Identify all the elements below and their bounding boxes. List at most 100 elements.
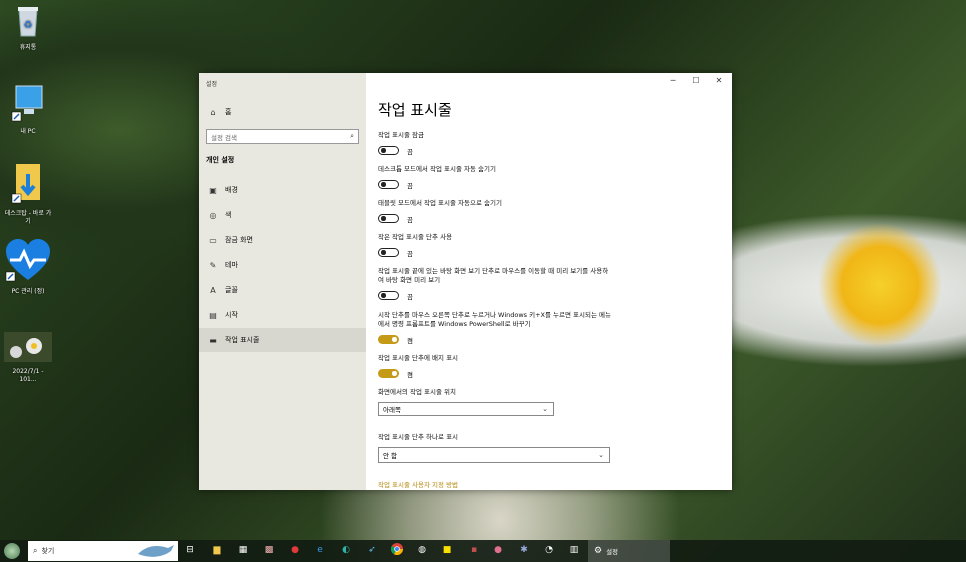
heart-health-icon bbox=[3, 238, 53, 285]
sidebar-item-theme[interactable]: ✎ 테마 bbox=[199, 253, 366, 277]
task-view-icon[interactable]: ⊟ bbox=[183, 543, 197, 557]
close-button[interactable]: ✕ bbox=[707, 76, 731, 85]
sidebar-item-label: 홈 bbox=[225, 108, 232, 116]
desktop-icon-label: PC 관리 (정) bbox=[11, 288, 45, 295]
lock-screen-icon: ▭ bbox=[209, 235, 217, 245]
setting-badges-label: 작업 표시줄 단추에 배지 표시 bbox=[378, 354, 459, 362]
chevron-down-icon: ⌄ bbox=[598, 451, 604, 459]
printer-icon[interactable]: ▥ bbox=[567, 543, 581, 557]
sidebar-item-fonts[interactable]: A 글꼴 bbox=[199, 278, 366, 302]
calendar-icon[interactable]: ▦ bbox=[236, 543, 250, 557]
combine-buttons-select[interactable]: 안 함 ⌄ bbox=[378, 447, 610, 463]
setting-autohide-tablet-label: 태블릿 모드에서 작업 표시줄 자동으로 숨기기 bbox=[378, 199, 502, 207]
peek-toggle[interactable] bbox=[378, 291, 399, 300]
bird-app-icon[interactable]: ➶ bbox=[365, 543, 379, 557]
combine-buttons-label: 작업 표시줄 단추 하나로 표시 bbox=[378, 433, 459, 441]
pink-app-icon[interactable]: ▪ bbox=[467, 543, 481, 557]
setting-powershell-label: 시작 단추를 마우스 오른쪽 단추로 누르거나 Windows 키+X를 누르면… bbox=[378, 311, 611, 328]
start-button[interactable] bbox=[4, 543, 20, 559]
customize-taskbar-link[interactable]: 작업 표시줄 사용자 지정 방법 bbox=[378, 479, 458, 489]
sidebar-item-label: 작업 표시줄 bbox=[225, 336, 260, 344]
taskbar-location-select[interactable]: 아래쪽 ⌄ bbox=[378, 402, 554, 416]
taskbar-settings-app[interactable]: ⚙ 설정 bbox=[588, 540, 670, 562]
start-icon: ▤ bbox=[209, 310, 217, 320]
setting-small-buttons-label: 작은 작업 표시줄 단추 사용 bbox=[378, 233, 453, 241]
desktop-icon-my-pc[interactable]: 내 PC bbox=[3, 82, 53, 136]
taskbar-search-placeholder: 찾기 bbox=[41, 547, 55, 555]
sidebar-item-label: 색 bbox=[225, 211, 232, 219]
chrome-icon[interactable] bbox=[390, 543, 404, 557]
image-thumbnail-icon bbox=[3, 332, 53, 365]
taskbar-search-box[interactable]: ⌕ 찾기 bbox=[28, 541, 178, 561]
kakaotalk-icon[interactable]: ■ bbox=[440, 543, 454, 557]
font-icon: A bbox=[210, 285, 216, 295]
download-folder-icon bbox=[3, 162, 53, 207]
desktop-icon-label: 내 PC bbox=[20, 128, 36, 135]
powershell-toggle[interactable] bbox=[378, 335, 399, 344]
desktop-icon-label: 데스크탑 - 바로 가기 bbox=[4, 210, 52, 225]
tool-icon[interactable]: ✱ bbox=[517, 543, 531, 557]
print-icon[interactable]: ◔ bbox=[542, 543, 556, 557]
toggle-state-text: 끔 bbox=[407, 182, 413, 190]
minimize-button[interactable]: ─ bbox=[661, 76, 685, 85]
sidebar-item-home[interactable]: ⌂ 홈 bbox=[199, 100, 366, 124]
theme-brush-icon: ✎ bbox=[209, 260, 217, 270]
computer-icon bbox=[3, 82, 53, 125]
taskbar-app-label: 설정 bbox=[606, 548, 619, 556]
toggle-state-text: 켬 bbox=[407, 371, 413, 379]
sidebar-item-background[interactable]: ▣ 배경 bbox=[199, 178, 366, 202]
desktop-icon-label: 휴지통 bbox=[19, 44, 37, 51]
home-icon: ⌂ bbox=[210, 107, 216, 117]
autohide-tablet-toggle[interactable] bbox=[378, 214, 399, 223]
edge-legacy-icon[interactable]: e bbox=[313, 543, 327, 557]
sidebar-item-start[interactable]: ▤ 시작 bbox=[199, 303, 366, 327]
setting-autohide-desktop-label: 데스크톱 모드에서 작업 표시줄 자동 숨기기 bbox=[378, 165, 496, 173]
sidebar-item-label: 배경 bbox=[225, 186, 238, 194]
sidebar-item-color[interactable]: ◎ 색 bbox=[199, 203, 366, 227]
settings-window: 설정 ⌂ 홈 설정 검색 ⌕ 개인 설정 ▣ 배경 ◎ 색 ▭ 잠금 화면 ✎ … bbox=[199, 73, 732, 490]
search-highlight-icon bbox=[138, 545, 174, 557]
toggle-state-text: 켬 bbox=[407, 337, 413, 345]
toggle-state-text: 끔 bbox=[407, 293, 413, 301]
taskbar: ⌕ 찾기 ⊟ ▆ ▦ ▩ ● e ◐ ➶ ◍ ■ ▪ ● ✱ ◔ ▥ ⚙ 설정 bbox=[0, 540, 966, 562]
red-app-icon[interactable]: ● bbox=[288, 543, 302, 557]
lock-taskbar-toggle[interactable] bbox=[378, 146, 399, 155]
desktop-icon-image[interactable]: 2022/7/1 - 101... bbox=[3, 332, 53, 384]
maximize-button[interactable]: ☐ bbox=[684, 76, 708, 85]
desktop-icon-label: 2022/7/1 - 101... bbox=[12, 368, 44, 383]
autohide-desktop-toggle[interactable] bbox=[378, 180, 399, 189]
search-icon: ⌕ bbox=[33, 546, 38, 555]
recycle-bin-icon: ♻ bbox=[3, 4, 53, 41]
photo-app-icon[interactable]: ▩ bbox=[262, 543, 276, 557]
sidebar-item-label: 테마 bbox=[225, 261, 238, 269]
toggle-state-text: 끔 bbox=[407, 250, 413, 258]
edge-icon[interactable]: ◐ bbox=[339, 543, 353, 557]
window-title: 설정 bbox=[206, 81, 218, 88]
desktop-icon-recycle-bin[interactable]: ♻ 휴지통 bbox=[3, 4, 53, 52]
sidebar-item-lock-screen[interactable]: ▭ 잠금 화면 bbox=[199, 228, 366, 252]
taskbar-icon: ▬ bbox=[209, 335, 217, 345]
small-buttons-toggle[interactable] bbox=[378, 248, 399, 257]
sidebar-item-taskbar[interactable]: ▬ 작업 표시줄 bbox=[199, 328, 366, 352]
page-title: 작업 표시줄 bbox=[378, 101, 452, 119]
file-explorer-icon[interactable]: ▆ bbox=[210, 543, 224, 557]
capture-app-icon[interactable]: ◍ bbox=[415, 543, 429, 557]
gear-app-icon[interactable]: ● bbox=[491, 543, 505, 557]
svg-text:♻: ♻ bbox=[24, 20, 33, 31]
toggle-state-text: 끔 bbox=[407, 216, 413, 224]
settings-sidebar: 설정 ⌂ 홈 설정 검색 ⌕ 개인 설정 ▣ 배경 ◎ 색 ▭ 잠금 화면 ✎ … bbox=[199, 73, 366, 490]
settings-search-input[interactable]: 설정 검색 ⌕ bbox=[206, 129, 359, 144]
palette-icon: ◎ bbox=[209, 210, 217, 220]
desktop-icon-pc-manager[interactable]: PC 관리 (정) bbox=[3, 238, 53, 296]
settings-content: ─ ☐ ✕ 작업 표시줄 작업 표시줄 잠금 끔 데스크톱 모드에서 작업 표시… bbox=[366, 73, 732, 490]
chevron-down-icon: ⌄ bbox=[542, 405, 548, 413]
badges-toggle[interactable] bbox=[378, 369, 399, 378]
desktop-icon-downloads[interactable]: 데스크탑 - 바로 가기 bbox=[3, 162, 53, 226]
setting-peek-label: 작업 표시줄 끝에 있는 바탕 화면 보기 단추로 마우스를 이동할 때 미리 … bbox=[378, 267, 609, 284]
select-value: 아래쪽 bbox=[383, 406, 401, 414]
sidebar-item-label: 시작 bbox=[225, 311, 238, 319]
setting-lock-taskbar-label: 작업 표시줄 잠금 bbox=[378, 131, 424, 139]
gear-icon: ⚙ bbox=[594, 546, 603, 556]
toggle-state-text: 끔 bbox=[407, 148, 413, 156]
select-value: 안 함 bbox=[383, 452, 398, 460]
